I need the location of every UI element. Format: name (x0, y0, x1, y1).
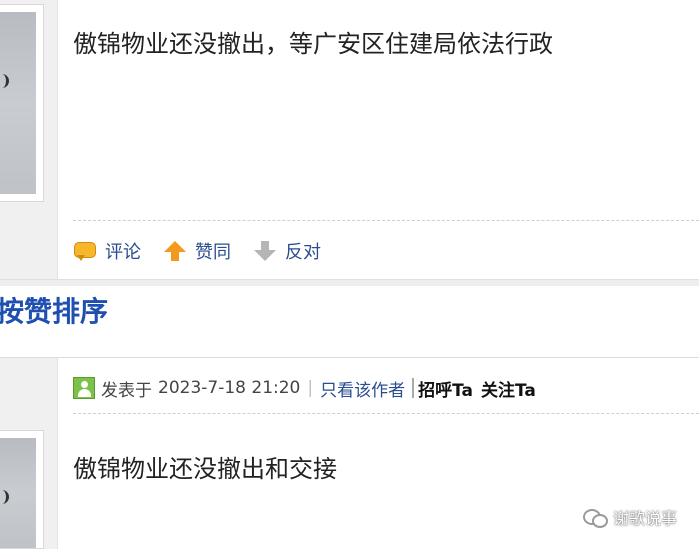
posted-label: 发表于 (101, 380, 152, 401)
downvote-button[interactable]: 反对 (253, 238, 321, 264)
only-author-link[interactable]: 只看该作者 (320, 376, 405, 401)
avatar-detail (0, 490, 9, 504)
comment-label: 评论 (105, 242, 141, 263)
watermark: 谢歌说事 (582, 505, 677, 529)
upvote-label: 赞同 (195, 242, 231, 263)
avatar-image (0, 12, 36, 194)
post-actions: 评论 赞同 反对 (73, 236, 343, 266)
follow-link[interactable]: 关注Ta (481, 376, 536, 401)
arrow-up-icon (164, 241, 186, 261)
section-separator (0, 279, 699, 286)
watermark-text: 谢歌说事 (612, 509, 677, 528)
post-meta: 发表于 2023-7-18 21:20 | 只看该作者 招呼Ta 关注Ta (73, 375, 544, 401)
avatar-detail (0, 74, 9, 88)
section-divider (0, 357, 699, 358)
comment-button[interactable]: 评论 (73, 238, 141, 264)
wechat-icon (582, 507, 608, 528)
avatar[interactable] (0, 4, 44, 202)
downvote-label: 反对 (285, 242, 321, 263)
post-content: 傲锦物业还没撤出和交接 (73, 455, 337, 483)
avatar[interactable] (0, 430, 44, 549)
meta-bar (412, 378, 415, 398)
column-divider (57, 358, 58, 549)
column-divider (57, 0, 58, 279)
meta-separator: | (307, 378, 314, 398)
arrow-down-icon (254, 241, 276, 261)
section-title: 按赞排序 (0, 295, 109, 328)
avatar-image (0, 438, 36, 548)
post-date: 2023-7-18 21:20 (158, 378, 301, 398)
comment-icon (73, 241, 97, 261)
user-online-icon (73, 377, 95, 399)
upvote-button[interactable]: 赞同 (163, 238, 231, 264)
greet-link[interactable]: 招呼Ta (418, 376, 473, 401)
dashed-divider (73, 220, 699, 221)
post-content: 傲锦物业还没撤出，等广安区住建局依法行政 (73, 30, 553, 58)
dashed-divider (73, 413, 699, 414)
